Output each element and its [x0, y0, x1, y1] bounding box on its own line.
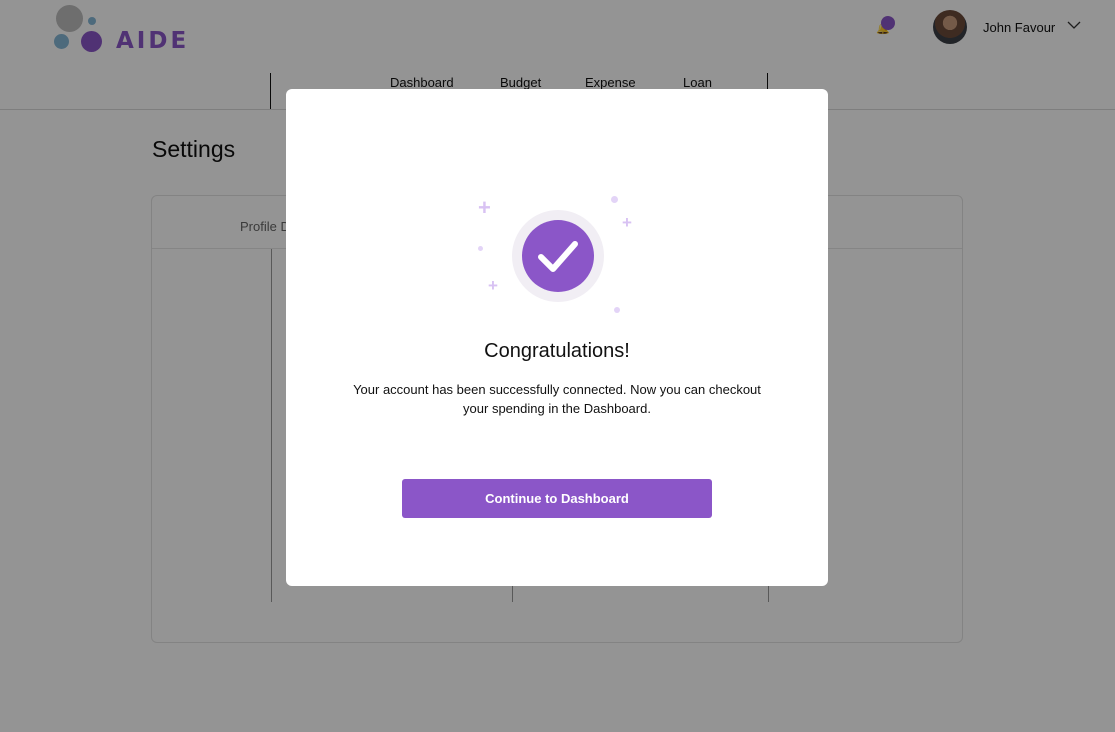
check-circle-icon — [522, 220, 594, 292]
sparkle-icon: + — [488, 276, 498, 295]
sparkle-dot — [478, 246, 483, 251]
sparkle-icon: + — [478, 195, 491, 220]
modal-message: Your account has been successfully conne… — [353, 382, 761, 416]
app-root: AIDE 🔔 John Favour Dashboard Budget Expe… — [0, 0, 1115, 732]
success-modal: + + + Congratulations! Your account has … — [286, 89, 828, 586]
modal-title: Congratulations! — [484, 340, 630, 362]
sparkle-dot — [614, 307, 620, 313]
success-illustration: + + + — [476, 194, 636, 319]
continue-to-dashboard-button[interactable]: Continue to Dashboard — [402, 479, 712, 518]
sparkle-icon: + — [622, 213, 632, 232]
sparkle-dot — [611, 196, 618, 203]
